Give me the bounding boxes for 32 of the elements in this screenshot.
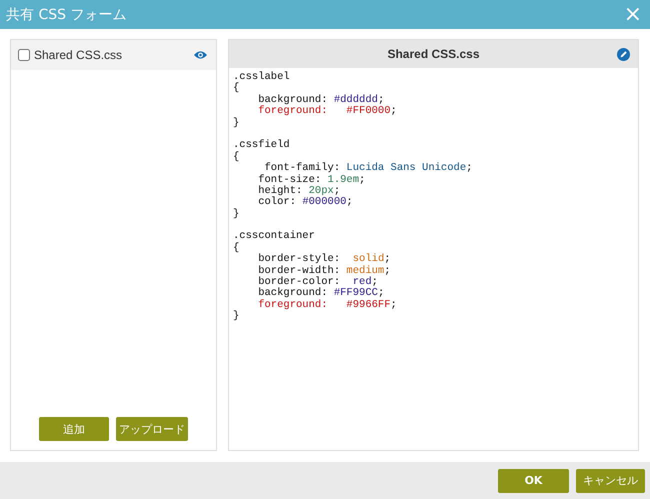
code-line: .cssfield <box>233 140 291 152</box>
code-line: { <box>233 242 240 254</box>
eye-icon[interactable] <box>194 50 207 60</box>
code-line: .csslabel <box>233 72 291 83</box>
code-line: { <box>233 83 240 95</box>
edit-icon[interactable] <box>617 48 630 61</box>
panel-button[interactable]: 追加 <box>39 417 109 441</box>
code-line: .csscontainer <box>233 231 316 242</box>
window-title: 共有 CSS フォーム <box>6 6 126 24</box>
dialog-button[interactable]: キャンセル <box>576 468 645 492</box>
code-line: font-size: 1.9em; <box>257 174 366 186</box>
code-line: } <box>233 118 240 129</box>
code-line: height: 20px; <box>257 186 342 197</box>
code-line: border-color: red; <box>257 277 379 288</box>
editor-title: Shared CSS.css <box>387 47 480 61</box>
checkbox[interactable] <box>18 49 30 61</box>
code-line: background: #dddddd; <box>257 94 386 106</box>
code-line: } <box>233 311 240 323</box>
code-line: border-width: medium; <box>257 266 392 277</box>
close-button[interactable]: × <box>622 4 644 26</box>
file-name: Shared CSS.css <box>34 48 124 62</box>
code-line: font-family: Lucida Sans Unicode; <box>264 163 474 174</box>
code-line: } <box>233 208 240 220</box>
dialog-button[interactable]: OK <box>498 468 569 492</box>
file-list-item[interactable]: Shared CSS.css <box>11 40 216 70</box>
code-line: border-style: solid; <box>257 254 392 266</box>
panel-button[interactable]: アップロード <box>116 417 188 441</box>
code-line: background: #FF99CC; <box>257 288 386 300</box>
code-line: foreground: #FF0000; <box>257 106 398 118</box>
code-line: color: #000000; <box>257 197 354 209</box>
code-line: { <box>233 152 240 164</box>
code-line: foreground: #9966FF; <box>257 300 398 312</box>
